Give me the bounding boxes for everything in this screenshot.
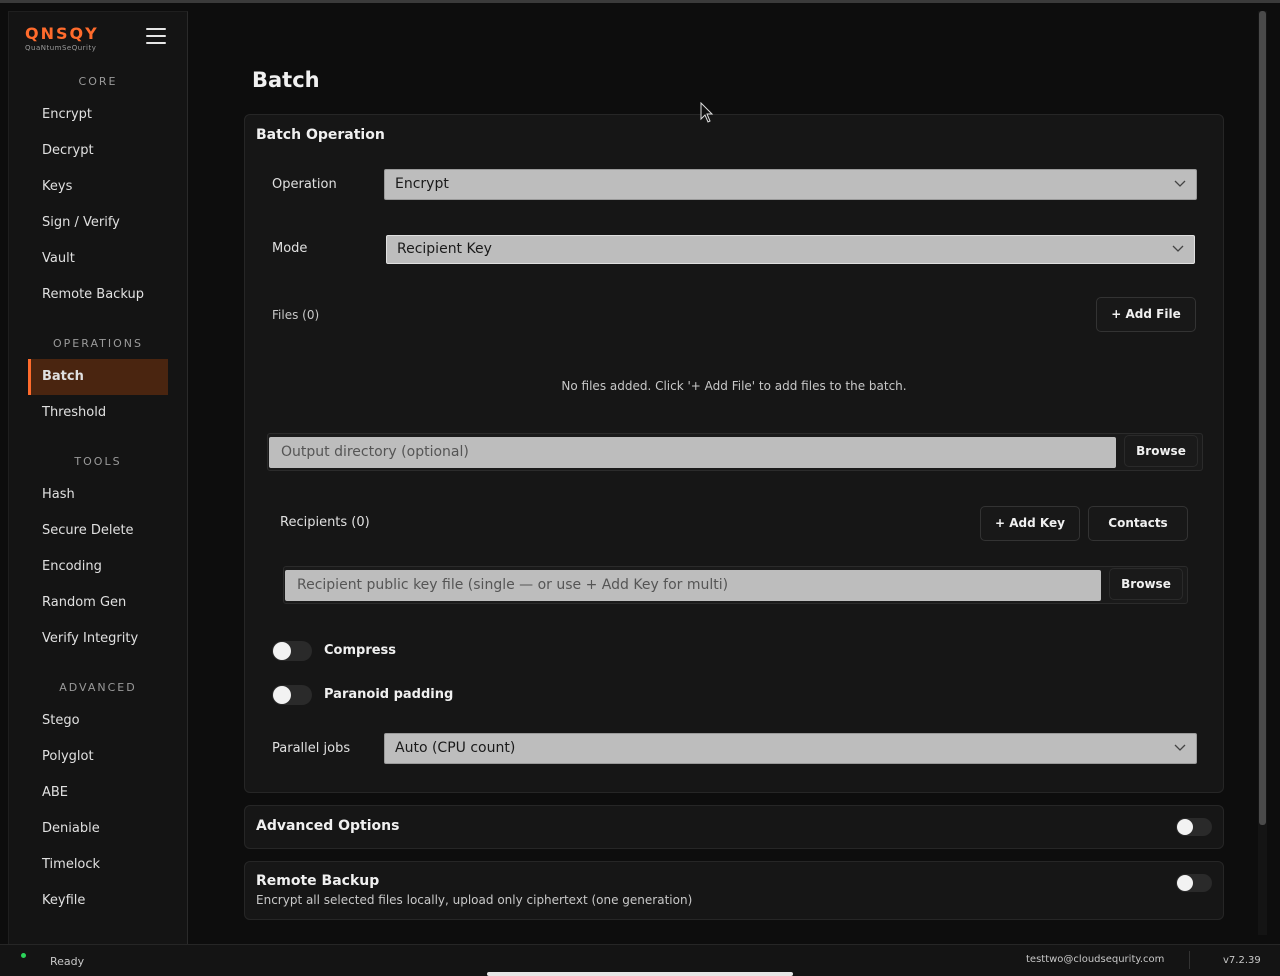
sidebar-item-hash[interactable]: Hash [28, 477, 168, 513]
remote-backup-title: Remote Backup [256, 873, 380, 889]
toggle-knob [1177, 819, 1193, 835]
sidebar-item-verify-integrity[interactable]: Verify Integrity [28, 621, 168, 657]
status-version: v7.2.39 [1223, 955, 1261, 966]
output-directory-input[interactable]: Output directory (optional) [269, 437, 1116, 468]
status-divider [1189, 951, 1190, 969]
sidebar-item-deniable[interactable]: Deniable [28, 811, 168, 847]
toggle-knob [273, 686, 291, 704]
section-label-core: CORE [78, 75, 118, 88]
status-indicator-icon [21, 953, 26, 958]
sidebar-item-polyglot[interactable]: Polyglot [28, 739, 168, 775]
menu-toggle-icon[interactable] [146, 28, 166, 46]
sidebar-item-abe[interactable]: ABE [28, 775, 168, 811]
compress-label: Compress [324, 643, 397, 658]
sidebar-item-decrypt[interactable]: Decrypt [28, 133, 168, 169]
page-title: Batch [252, 68, 320, 92]
mode-label: Mode [272, 241, 308, 256]
operation-label: Operation [272, 177, 337, 192]
sidebar-item-remote-backup[interactable]: Remote Backup [28, 277, 168, 313]
recipient-key-row: Recipient public key file (single — or u… [283, 566, 1188, 604]
paranoid-padding-toggle[interactable] [272, 685, 312, 705]
output-directory-row: Output directory (optional) Browse [267, 433, 1203, 471]
window-top-border [0, 0, 1280, 3]
contacts-button[interactable]: Contacts [1088, 506, 1188, 541]
sidebar-item-stego[interactable]: Stego [28, 703, 168, 739]
chevron-down-icon [1172, 236, 1184, 253]
paranoid-padding-label: Paranoid padding [324, 687, 454, 702]
advanced-options-toggle[interactable] [1176, 818, 1212, 836]
remote-backup-toggle[interactable] [1176, 874, 1212, 892]
bottom-scroll-indicator [487, 972, 793, 976]
section-label-operations: OPERATIONS [53, 337, 143, 350]
parallel-jobs-select[interactable]: Auto (CPU count) [384, 733, 1197, 764]
files-label: Files (0) [272, 308, 320, 322]
app-logo: QNSQY QuaNtumSeQurity [25, 24, 99, 52]
parallel-jobs-label: Parallel jobs [272, 741, 351, 756]
panel-title: Batch Operation [256, 127, 385, 143]
operation-value: Encrypt [395, 176, 449, 192]
mode-value: Recipient Key [397, 241, 492, 257]
chevron-down-icon [1174, 734, 1186, 752]
advanced-options-title: Advanced Options [256, 818, 400, 834]
recipient-browse-button[interactable]: Browse [1109, 568, 1183, 600]
output-browse-button[interactable]: Browse [1124, 435, 1198, 467]
mode-select[interactable]: Recipient Key [386, 235, 1195, 264]
compress-toggle[interactable] [272, 641, 312, 661]
mouse-cursor-icon [700, 102, 714, 123]
sidebar-item-encrypt[interactable]: Encrypt [28, 97, 168, 133]
files-empty-message: No files added. Click '+ Add File' to ad… [561, 379, 907, 393]
remote-backup-description: Encrypt all selected files locally, uplo… [256, 893, 693, 907]
sidebar-item-random-gen[interactable]: Random Gen [28, 585, 168, 621]
status-text: Ready [50, 955, 85, 968]
toggle-knob [273, 642, 291, 660]
sidebar-item-vault[interactable]: Vault [28, 241, 168, 277]
sidebar: QNSQY QuaNtumSeQurity CORE Encrypt Decry… [8, 11, 188, 946]
sidebar-item-timelock[interactable]: Timelock [28, 847, 168, 883]
chevron-down-icon [1174, 170, 1186, 188]
remote-backup-section[interactable]: Remote Backup Encrypt all selected files… [244, 861, 1224, 920]
sidebar-item-threshold[interactable]: Threshold [28, 395, 168, 431]
sidebar-item-keys[interactable]: Keys [28, 169, 168, 205]
sidebar-item-encoding[interactable]: Encoding [28, 549, 168, 585]
operation-select[interactable]: Encrypt [384, 169, 1197, 200]
recipient-key-input[interactable]: Recipient public key file (single — or u… [285, 570, 1101, 601]
section-label-advanced: ADVANCED [59, 681, 137, 694]
logo-tagline: QuaNtumSeQurity [25, 44, 97, 52]
toggle-knob [1177, 875, 1193, 891]
batch-operation-panel: Batch Operation Operation Encrypt Mode R… [244, 114, 1224, 793]
add-file-button[interactable]: + Add File [1096, 297, 1196, 332]
section-label-tools: TOOLS [74, 455, 122, 468]
parallel-jobs-value: Auto (CPU count) [395, 740, 516, 756]
recipients-label: Recipients (0) [280, 515, 370, 530]
logo-wordmark: QNSQY [25, 24, 99, 43]
sidebar-item-batch[interactable]: Batch [28, 359, 168, 395]
advanced-options-section[interactable]: Advanced Options [244, 805, 1224, 849]
sidebar-item-keyfile[interactable]: Keyfile [28, 883, 168, 919]
scrollbar-thumb[interactable] [1259, 11, 1266, 825]
sidebar-item-sign-verify[interactable]: Sign / Verify [28, 205, 168, 241]
status-user: testtwo@cloudsequrity.com [1026, 954, 1165, 965]
sidebar-item-secure-delete[interactable]: Secure Delete [28, 513, 168, 549]
add-key-button[interactable]: + Add Key [980, 506, 1080, 541]
